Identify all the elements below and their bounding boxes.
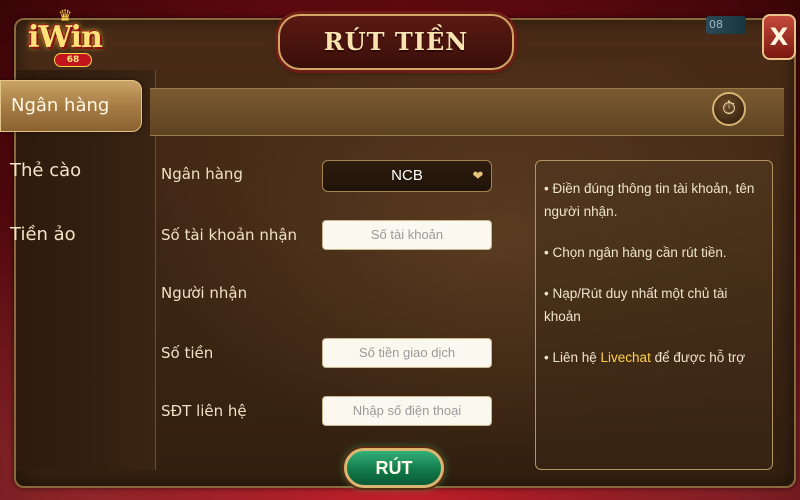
logo-sub: 68: [54, 53, 92, 67]
tips-box: • Điền đúng thông tin tài khoản, tên ngư…: [535, 160, 773, 470]
amount-label: Số tiền: [161, 344, 214, 362]
sidebar-item-card[interactable]: Thẻ cào: [0, 146, 150, 198]
tip-item: • Nạp/Rút duy nhất một chủ tài khoản: [544, 286, 728, 324]
page-title: RÚT TIỀN: [323, 27, 469, 56]
tip-item: • Liên hệ Livechat để được hỗ trợ: [544, 350, 746, 365]
phone-label: SĐT liên hệ: [161, 402, 247, 420]
sidebar-item-crypto[interactable]: Tiền ảo: [0, 210, 150, 262]
sidebar-item-bank[interactable]: Ngân hàng: [0, 80, 142, 132]
header-band: [150, 88, 784, 136]
withdraw-submit-button[interactable]: RÚT: [344, 448, 444, 488]
tip-item: • Điền đúng thông tin tài khoản, tên ngư…: [544, 181, 755, 219]
account-input[interactable]: Số tài khoản: [322, 220, 492, 250]
bank-label: Ngân hàng: [161, 165, 243, 183]
tip-item: • Chọn ngân hàng cần rút tiền.: [544, 245, 727, 260]
logo-text: iWin: [28, 20, 103, 55]
bank-select[interactable]: NCB ❤: [322, 160, 492, 192]
receiver-label: Người nhận: [161, 284, 248, 302]
close-button[interactable]: X: [762, 14, 796, 60]
dropdown-heart-icon: ❤: [472, 168, 484, 183]
brand-logo: ♛ iWin 68: [22, 6, 122, 68]
title-banner: RÚT TIỀN: [278, 14, 514, 70]
bank-value: NCB: [391, 167, 423, 184]
phone-input[interactable]: Nhập số điện thoại: [322, 396, 492, 426]
corner-number: 08: [706, 16, 746, 34]
amount-input[interactable]: Số tiền giao dịch: [322, 338, 492, 368]
account-label: Số tài khoản nhận: [161, 226, 298, 244]
history-button[interactable]: ⏱: [712, 92, 746, 126]
history-icon: ⏱: [721, 98, 737, 119]
livechat-link[interactable]: Livechat: [601, 350, 651, 365]
